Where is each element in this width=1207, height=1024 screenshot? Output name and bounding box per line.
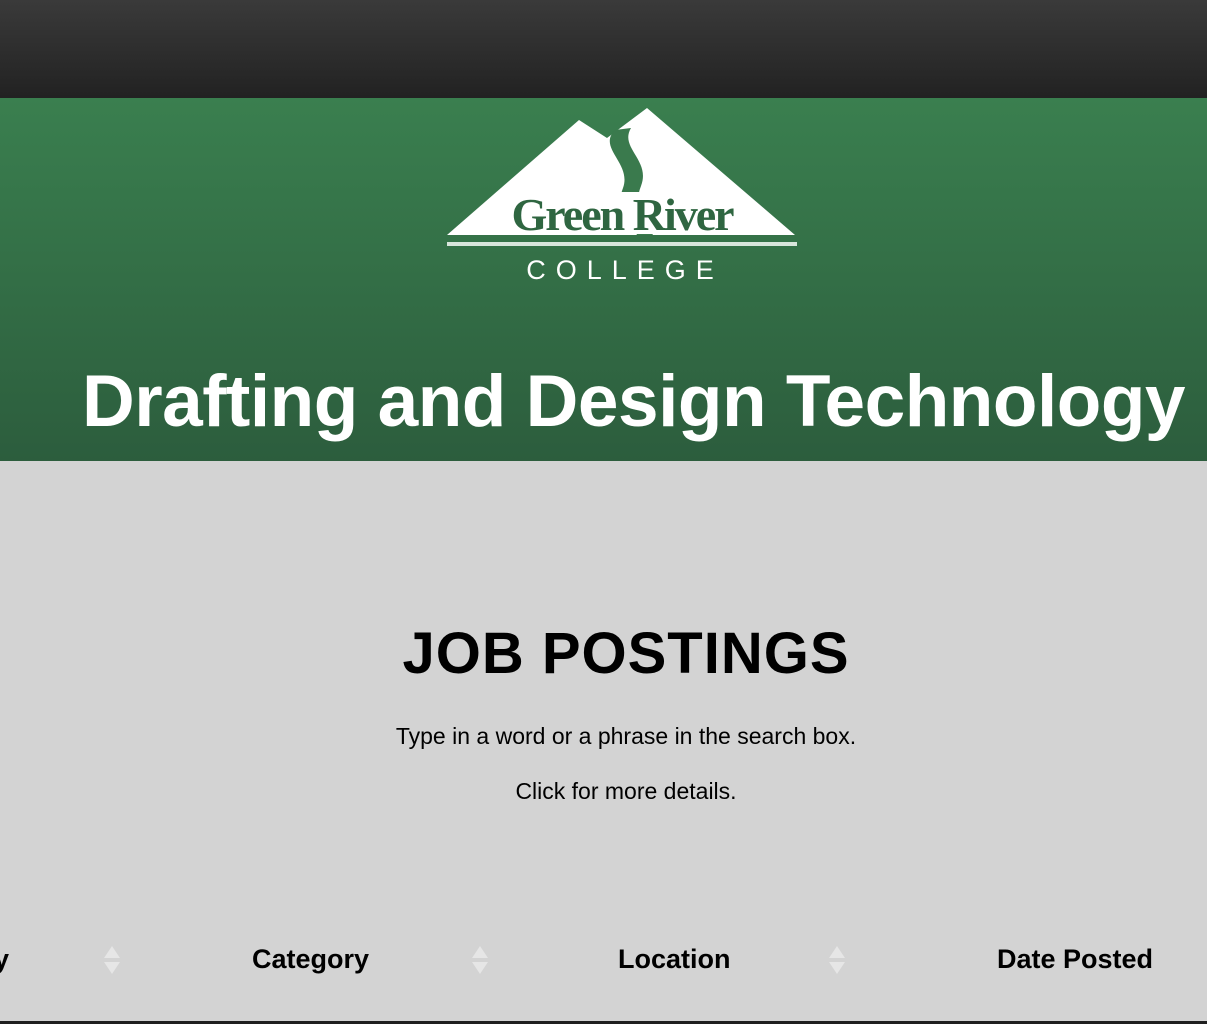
column-header-truncated[interactable]: y xyxy=(0,944,9,975)
header-banner: Green River COLLEGE Drafting and Design … xyxy=(0,98,1207,461)
details-instruction: Click for more details. xyxy=(515,778,737,804)
sort-arrows-icon[interactable] xyxy=(471,944,489,976)
search-instruction: Type in a word or a phrase in the search… xyxy=(395,723,857,749)
svg-text:COLLEGE: COLLEGE xyxy=(526,255,724,285)
mountain-river-logo-icon: Green River COLLEGE xyxy=(447,108,797,285)
program-title: Drafting and Design Technology xyxy=(82,361,1186,442)
college-logo[interactable]: Green River COLLEGE xyxy=(447,108,797,288)
column-header-location[interactable]: Location xyxy=(618,944,731,975)
svg-text:Green River: Green River xyxy=(511,189,734,240)
browser-top-bar xyxy=(0,0,1207,98)
job-table-header: y Category Location Date Posted xyxy=(0,936,1207,984)
column-header-date-posted[interactable]: Date Posted xyxy=(997,944,1153,975)
page-title: JOB POSTINGS xyxy=(402,621,850,686)
sort-arrows-icon[interactable] xyxy=(828,944,846,976)
column-header-category[interactable]: Category xyxy=(252,944,369,975)
job-postings-section: JOB POSTINGS Type in a word or a phrase … xyxy=(0,461,1207,1024)
sort-arrows-icon[interactable] xyxy=(103,944,121,976)
